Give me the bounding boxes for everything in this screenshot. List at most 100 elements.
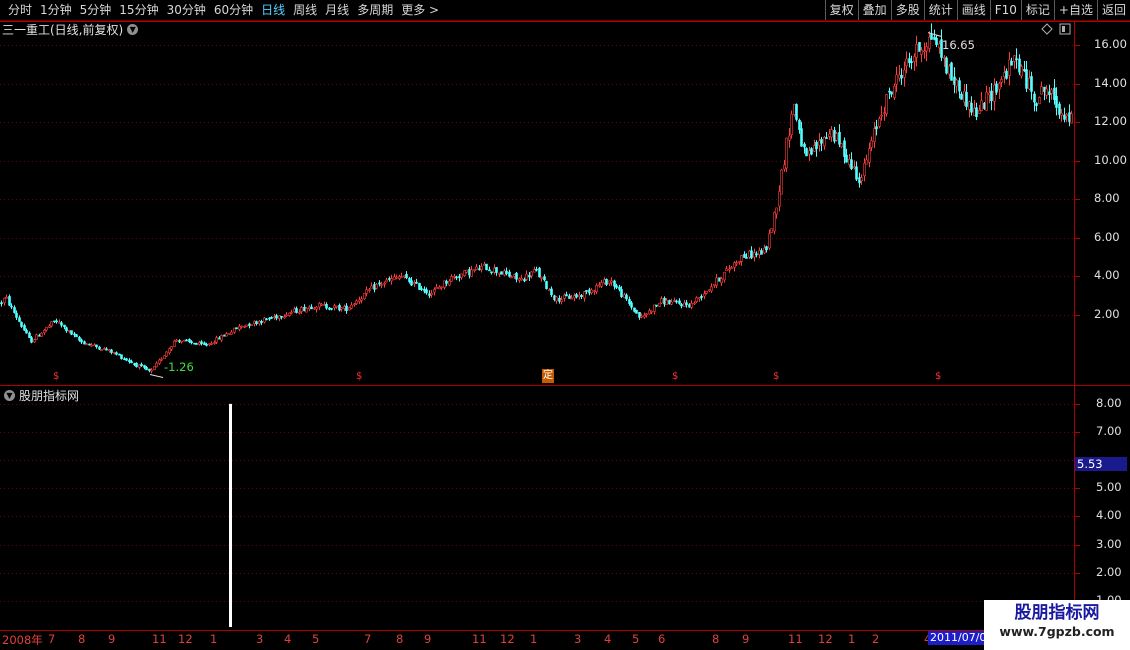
candle-body [805, 148, 808, 157]
candle-body [350, 304, 353, 309]
y-axis-tick: 8.00 [1094, 191, 1120, 206]
candle-body [725, 268, 728, 272]
candle-body [875, 126, 878, 130]
candle-body [390, 278, 393, 282]
x-axis-tick: 2008年 [2, 633, 43, 647]
candle-body [160, 358, 163, 361]
candle-body [870, 140, 873, 148]
candle-body [760, 250, 763, 255]
candle-body [300, 307, 303, 312]
candle-body [618, 286, 621, 290]
candle-body [88, 343, 91, 346]
candle-body [238, 325, 241, 330]
candle-body [180, 340, 183, 343]
candle-body [685, 302, 688, 306]
candle-body [190, 341, 193, 344]
candle-body [460, 273, 463, 278]
candle-body [1000, 79, 1003, 83]
candle-body [193, 342, 196, 345]
candle-body [1015, 58, 1018, 60]
candle-body [213, 342, 216, 344]
chevron-down-icon[interactable]: ▼ [4, 389, 15, 401]
candle-body [205, 343, 208, 346]
candle-body [123, 358, 126, 360]
candle-body [740, 255, 743, 262]
candle-body [68, 330, 71, 332]
candle-body [500, 271, 503, 275]
candle-body [253, 320, 256, 324]
candle-body [555, 296, 558, 302]
candle-body [635, 309, 638, 314]
candle-body [650, 310, 653, 313]
candle-body [280, 316, 283, 318]
indicator-bar [229, 403, 232, 627]
candle-body [173, 340, 176, 347]
candle-body [215, 337, 218, 343]
candle-body [580, 295, 583, 298]
watermark-title: 股朋指标网 [1014, 603, 1100, 623]
y-axis-tick: 10.00 [1094, 152, 1127, 167]
candle-body [285, 314, 288, 317]
candle-body [1058, 103, 1061, 115]
candle-body [140, 364, 143, 367]
candle-body [485, 263, 488, 271]
x-axis-tick: 11 [788, 632, 803, 646]
candle-body [1030, 76, 1033, 92]
candle-body [508, 271, 511, 277]
candle-body [78, 337, 81, 341]
x-axis-tick: 11 [472, 632, 487, 646]
candle-body [1020, 66, 1023, 77]
kline-chart[interactable] [0, 0, 1130, 650]
candle-body [95, 344, 98, 348]
candle-body [450, 276, 453, 282]
candle-body [3, 297, 6, 303]
candle-body [40, 332, 43, 337]
x-axis-tick: 7 [48, 632, 56, 646]
candle-body [85, 343, 88, 346]
candle-body [1033, 93, 1036, 103]
candle-body [515, 272, 518, 280]
candle-body [240, 325, 243, 328]
candle-body [545, 281, 548, 290]
candle-body [1045, 88, 1048, 96]
candle-body [65, 327, 68, 332]
candle-body [835, 133, 838, 141]
x-axis-tick: 2 [872, 632, 880, 646]
candle-body [715, 277, 718, 286]
candle-body [605, 278, 608, 285]
candle-body [250, 324, 253, 326]
diamond-icon[interactable] [1041, 23, 1053, 35]
candle-body [245, 324, 248, 327]
candle-body [320, 304, 323, 306]
candle-body [118, 353, 121, 356]
candle-body [360, 298, 363, 301]
signal-mark: $ [935, 371, 942, 382]
x-axis-tick: 6 [658, 632, 666, 646]
candle-body [55, 320, 58, 323]
candle-body [693, 302, 696, 305]
candle-body [248, 323, 251, 327]
candle-body [765, 246, 768, 251]
candle-body [235, 327, 238, 330]
candle-body [275, 315, 278, 319]
candle-body [675, 300, 678, 303]
candle-body [283, 316, 286, 319]
candle-body [878, 118, 881, 127]
candle-body [233, 327, 236, 333]
candle-body [980, 100, 983, 111]
candle-body [560, 299, 563, 302]
x-axis-tick: 9 [742, 632, 750, 646]
candle-body [208, 343, 211, 346]
candle-body [380, 284, 383, 286]
candle-body [410, 280, 413, 286]
candle-body [868, 148, 871, 163]
candle-body [965, 92, 968, 107]
candle-body [935, 37, 938, 45]
candle-body [35, 334, 38, 341]
candle-body [90, 344, 93, 347]
candle-body [178, 340, 181, 343]
y-axis-tick: 4.00 [1094, 268, 1120, 283]
candle-body [363, 293, 366, 300]
y-axis-tick: 6.00 [1094, 229, 1120, 244]
candle-body [895, 74, 898, 85]
